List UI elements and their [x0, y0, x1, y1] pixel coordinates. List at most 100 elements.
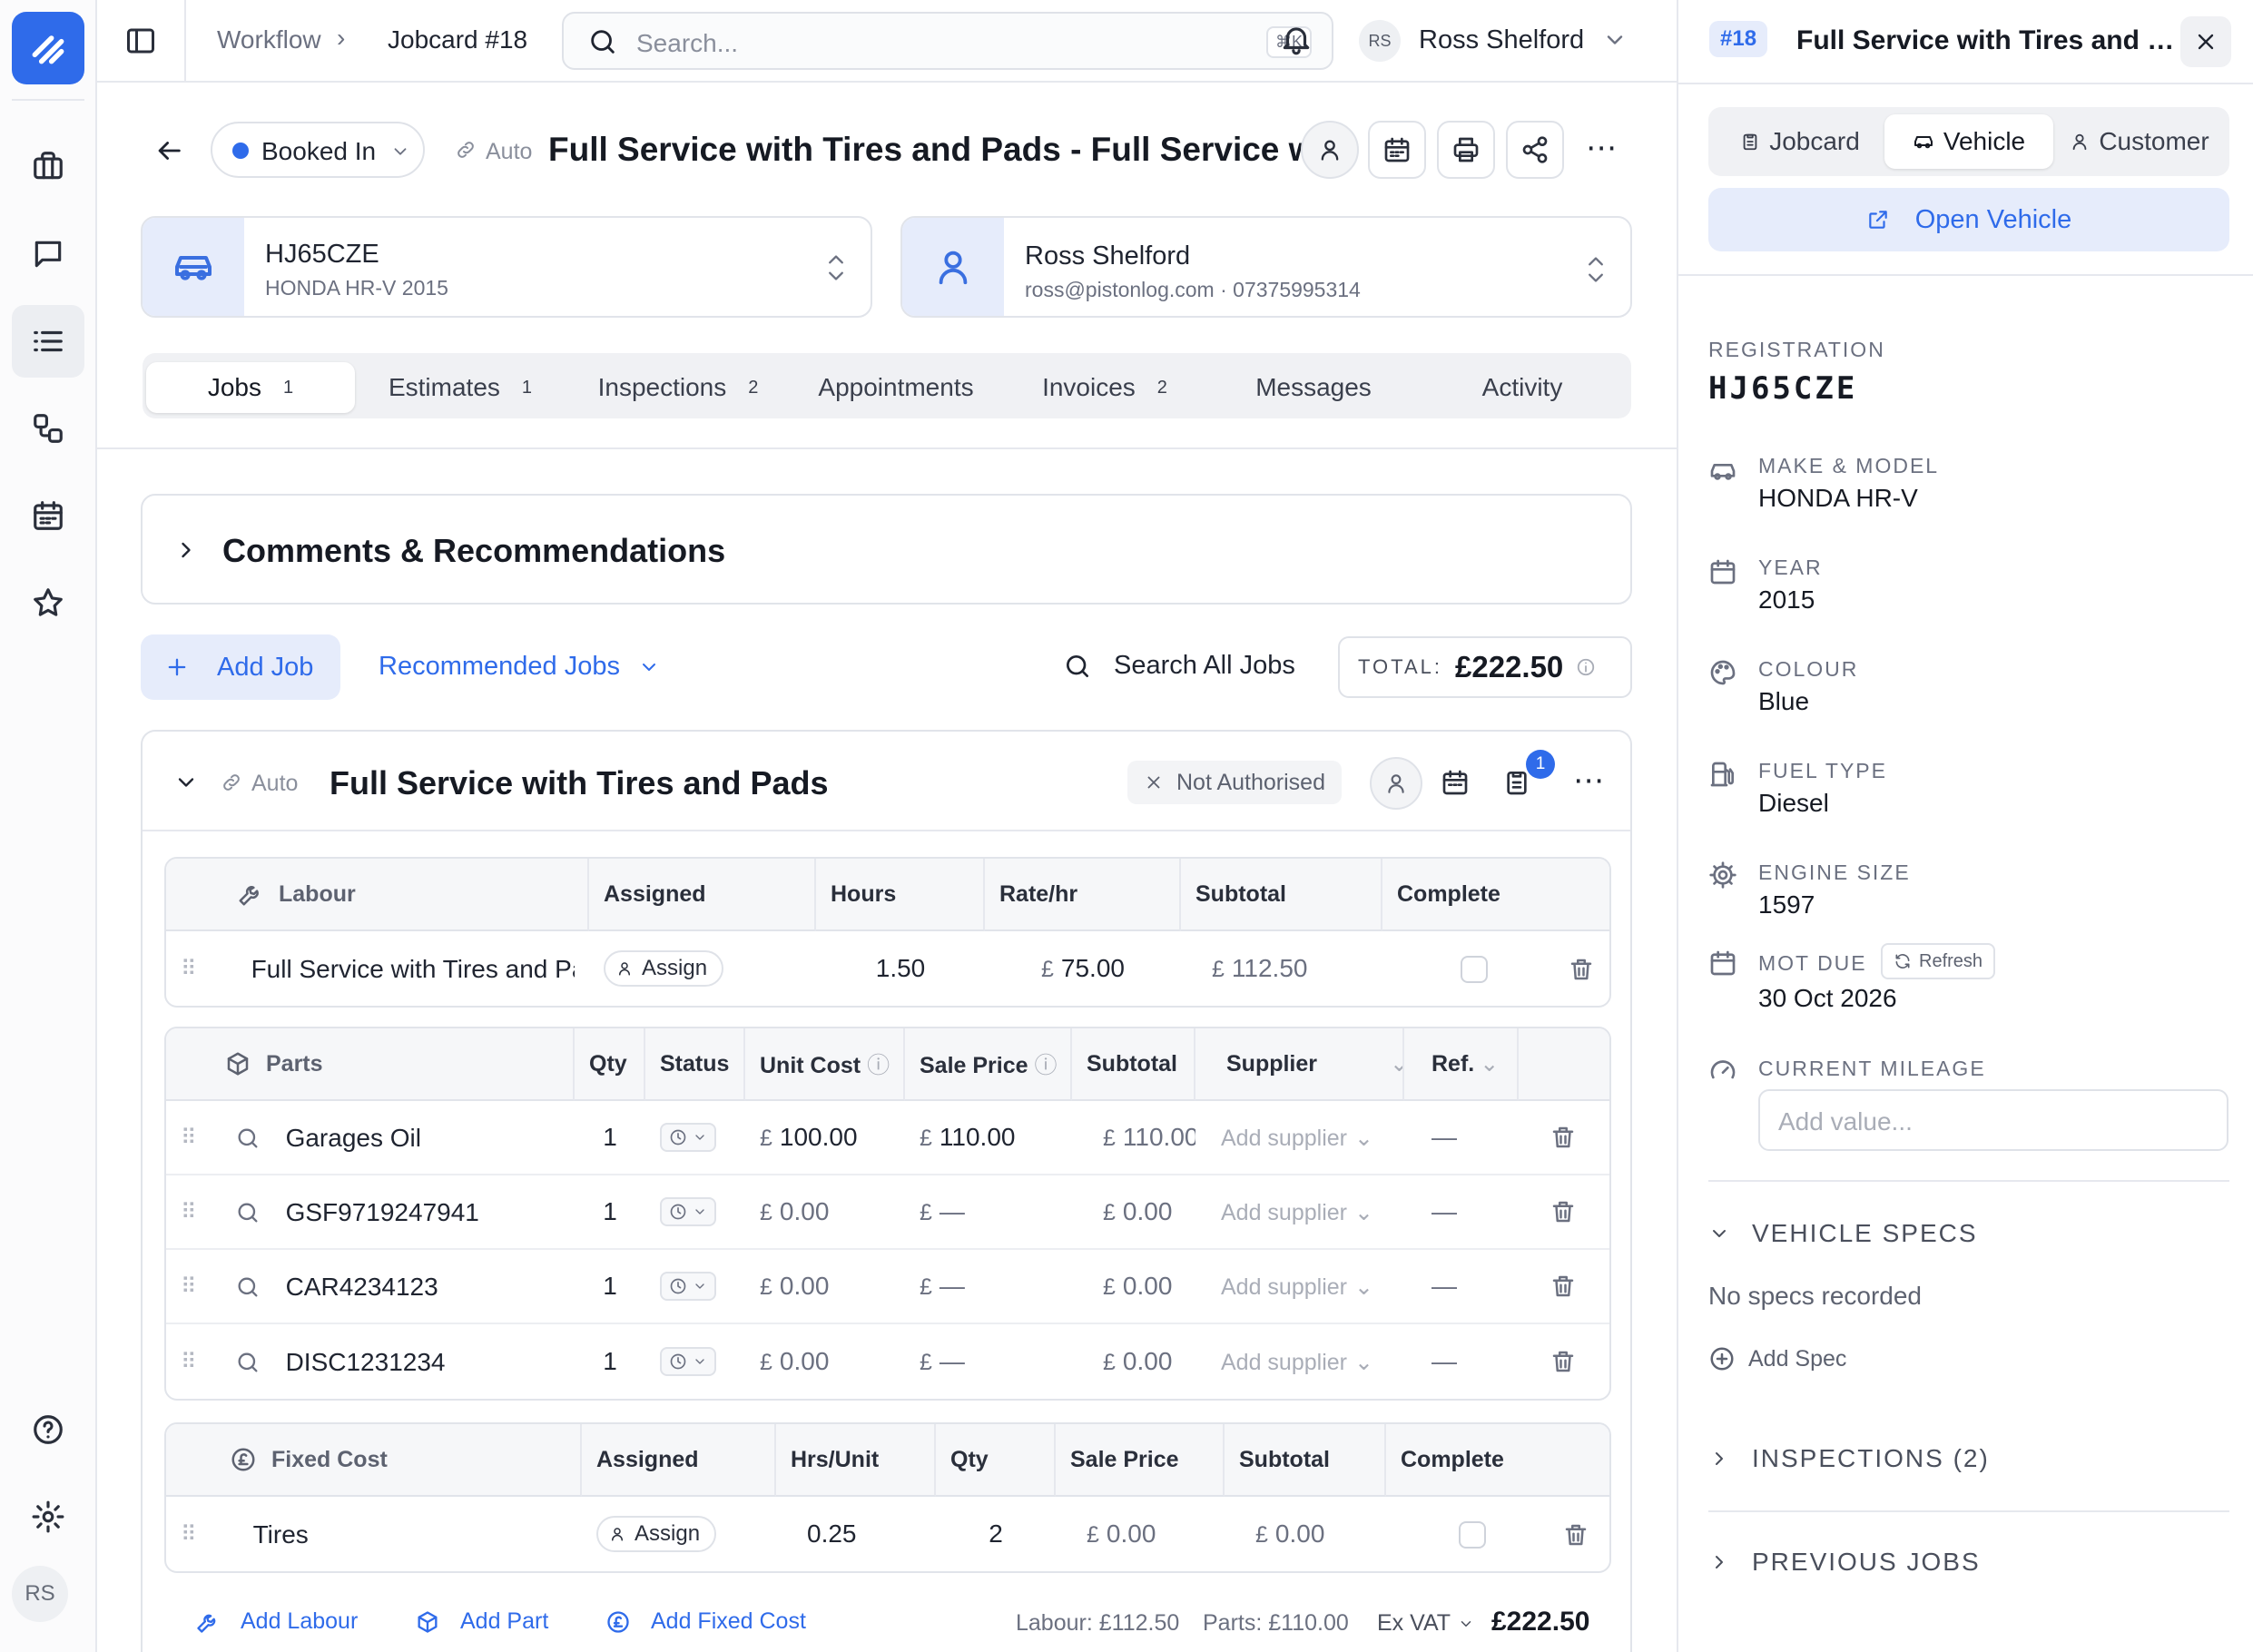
search-icon[interactable] — [235, 1200, 261, 1225]
vehicle-specs-toggle[interactable]: VEHICLE SPECS — [1708, 1219, 1978, 1248]
supplier-dropdown[interactable]: Add supplier ⌄ — [1195, 1324, 1404, 1399]
inspections-toggle[interactable]: INSPECTIONS (2) — [1708, 1444, 1990, 1473]
drag-handle-icon[interactable]: ⠿ — [181, 1126, 197, 1150]
bell-icon[interactable] — [1279, 22, 1313, 56]
briefcase-icon[interactable] — [12, 130, 84, 202]
trash-icon[interactable] — [1568, 956, 1595, 983]
recommended-jobs-dropdown[interactable]: Recommended Jobs — [379, 652, 660, 682]
table-row[interactable]: ⠿ Tires Assign 0.25 2 £0.00 £0.00 — [166, 1497, 1609, 1571]
mileage-input[interactable]: Add value... — [1758, 1089, 2228, 1151]
part-name-cell[interactable]: ⠿ Garages Oil — [166, 1101, 575, 1175]
table-row[interactable]: ⠿ DISC1231234 1 £0.00 £ — £0.00 Add suppli… — [166, 1324, 1609, 1399]
tab-customer[interactable]: Customer — [2053, 114, 2226, 169]
breadcrumb-workflow[interactable]: Workflow — [217, 25, 321, 54]
rate-input[interactable]: £75.00 — [985, 931, 1181, 1006]
supplier-dropdown[interactable]: Add supplier ⌄ — [1195, 1175, 1404, 1250]
assign-button[interactable]: Assign — [604, 950, 724, 987]
part-status-dropdown[interactable] — [660, 1122, 716, 1152]
supplier-header[interactable]: Supplier ⌄ — [1195, 1028, 1404, 1101]
workflow-icon[interactable] — [12, 392, 84, 465]
refresh-button[interactable]: Refresh — [1881, 943, 1996, 979]
drag-handle-icon[interactable]: ⠿ — [181, 1350, 197, 1374]
logo-icon[interactable] — [12, 12, 84, 84]
chevron-down-icon[interactable] — [173, 770, 199, 795]
part-status-dropdown[interactable] — [660, 1196, 716, 1226]
sale-price-input[interactable]: £ — — [905, 1175, 1072, 1250]
part-name-cell[interactable]: ⠿ CAR4234123 — [166, 1250, 575, 1324]
search-input[interactable]: Search... ⌘K — [562, 12, 1333, 70]
search-icon[interactable] — [235, 1126, 261, 1151]
more-icon[interactable]: ⋯ — [1573, 762, 1604, 799]
job-title[interactable]: Full Service with Tires and Pads — [330, 764, 829, 802]
calendar-icon[interactable] — [1441, 768, 1470, 797]
add-job-button[interactable]: Add Job — [141, 634, 340, 700]
tab-activity[interactable]: Activity — [1431, 362, 1613, 413]
help-icon[interactable] — [12, 1393, 84, 1466]
previous-jobs-toggle[interactable]: PREVIOUS JOBS — [1708, 1548, 1981, 1577]
tab-invoices[interactable]: Invoices 2 — [1014, 362, 1195, 413]
qty-input[interactable]: 1 — [575, 1101, 645, 1175]
assign-technician-button[interactable] — [1370, 757, 1422, 810]
qty-input[interactable]: 1 — [575, 1324, 645, 1399]
user-avatar[interactable]: RS — [1359, 20, 1401, 62]
avatar[interactable]: RS — [12, 1566, 68, 1622]
sale-price-input[interactable]: £ — — [905, 1324, 1072, 1399]
share-button[interactable] — [1506, 121, 1564, 179]
trash-icon[interactable] — [1519, 1324, 1609, 1399]
chevron-down-icon[interactable] — [1602, 27, 1628, 53]
chat-icon[interactable] — [12, 218, 84, 290]
assign-button[interactable]: Assign — [596, 1516, 717, 1552]
labour-name-cell[interactable]: ⠿ Full Service with Tires and Pads — [166, 931, 589, 1006]
drag-handle-icon[interactable]: ⠿ — [181, 957, 197, 981]
supplier-dropdown[interactable]: Add supplier ⌄ — [1195, 1101, 1404, 1175]
part-name-cell[interactable]: ⠿ GSF9719247941 — [166, 1175, 575, 1250]
close-icon[interactable] — [2180, 16, 2231, 67]
part-name-cell[interactable]: ⠿ DISC1231234 — [166, 1324, 575, 1399]
table-row[interactable]: ⠿ Garages Oil 1 £100.00 £110.00 £110.00 A… — [166, 1101, 1609, 1175]
sidebar-toggle-icon[interactable] — [97, 0, 186, 81]
table-row[interactable]: ⠿ Full Service with Tires and Pads Assign… — [166, 931, 1609, 1006]
add-fixed-cost-button[interactable]: Add Fixed Cost — [605, 1608, 806, 1635]
complete-checkbox[interactable] — [1459, 1521, 1486, 1549]
tab-jobcard[interactable]: Jobcard — [1716, 114, 1884, 169]
clipboard-icon[interactable] — [1502, 768, 1531, 797]
ref-cell[interactable]: — — [1404, 1250, 1519, 1324]
complete-checkbox[interactable] — [1461, 956, 1488, 984]
sale-price-input[interactable]: £ — — [905, 1250, 1072, 1324]
supplier-dropdown[interactable]: Add supplier ⌄ — [1195, 1250, 1404, 1324]
tab-inspections[interactable]: Inspections 2 — [569, 362, 787, 413]
unit-cost-input[interactable]: £0.00 — [745, 1175, 905, 1250]
add-part-button[interactable]: Add Part — [415, 1608, 548, 1635]
vat-mode-dropdown[interactable]: Ex VAT — [1377, 1610, 1474, 1637]
search-all-jobs-button[interactable]: Search All Jobs — [1063, 651, 1295, 681]
calendar-icon[interactable] — [12, 479, 84, 552]
status-dropdown[interactable]: Booked In — [211, 122, 425, 178]
add-spec-button[interactable]: Add Spec — [1708, 1345, 1846, 1372]
more-icon[interactable]: ⋯ — [1586, 130, 1618, 166]
ref-cell[interactable]: — — [1404, 1175, 1519, 1250]
tab-appointments[interactable]: Appointments — [796, 362, 996, 413]
search-icon[interactable] — [235, 1350, 261, 1375]
table-row[interactable]: ⠿ GSF9719247941 1 £0.00 £ — £0.00 Add supp… — [166, 1175, 1609, 1250]
drag-handle-icon[interactable]: ⠿ — [181, 1522, 197, 1547]
drag-handle-icon[interactable]: ⠿ — [181, 1200, 197, 1224]
unit-cost-input[interactable]: £100.00 — [745, 1101, 905, 1175]
unit-cost-input[interactable]: £0.00 — [745, 1250, 905, 1324]
trash-icon[interactable] — [1562, 1521, 1589, 1549]
fixed-qty-input[interactable]: 2 — [936, 1497, 1056, 1571]
part-status-dropdown[interactable] — [660, 1346, 716, 1376]
trash-icon[interactable] — [1519, 1101, 1609, 1175]
sale-price-input[interactable]: £110.00 — [905, 1101, 1072, 1175]
authorisation-status[interactable]: Not Authorised — [1127, 761, 1342, 804]
trash-icon[interactable] — [1519, 1175, 1609, 1250]
comments-section[interactable]: Comments & Recommendations — [141, 494, 1632, 605]
tab-jobs[interactable]: Jobs 1 — [146, 362, 355, 413]
trash-icon[interactable] — [1519, 1250, 1609, 1324]
tab-estimates[interactable]: Estimates 1 — [369, 362, 551, 413]
fixed-sale-price-input[interactable]: £0.00 — [1056, 1497, 1225, 1571]
list-icon[interactable] — [12, 305, 84, 378]
assign-user-button[interactable] — [1301, 121, 1359, 179]
unit-cost-input[interactable]: £0.00 — [745, 1324, 905, 1399]
hrs-unit-input[interactable]: 0.25 — [776, 1497, 936, 1571]
star-icon[interactable] — [12, 566, 84, 639]
